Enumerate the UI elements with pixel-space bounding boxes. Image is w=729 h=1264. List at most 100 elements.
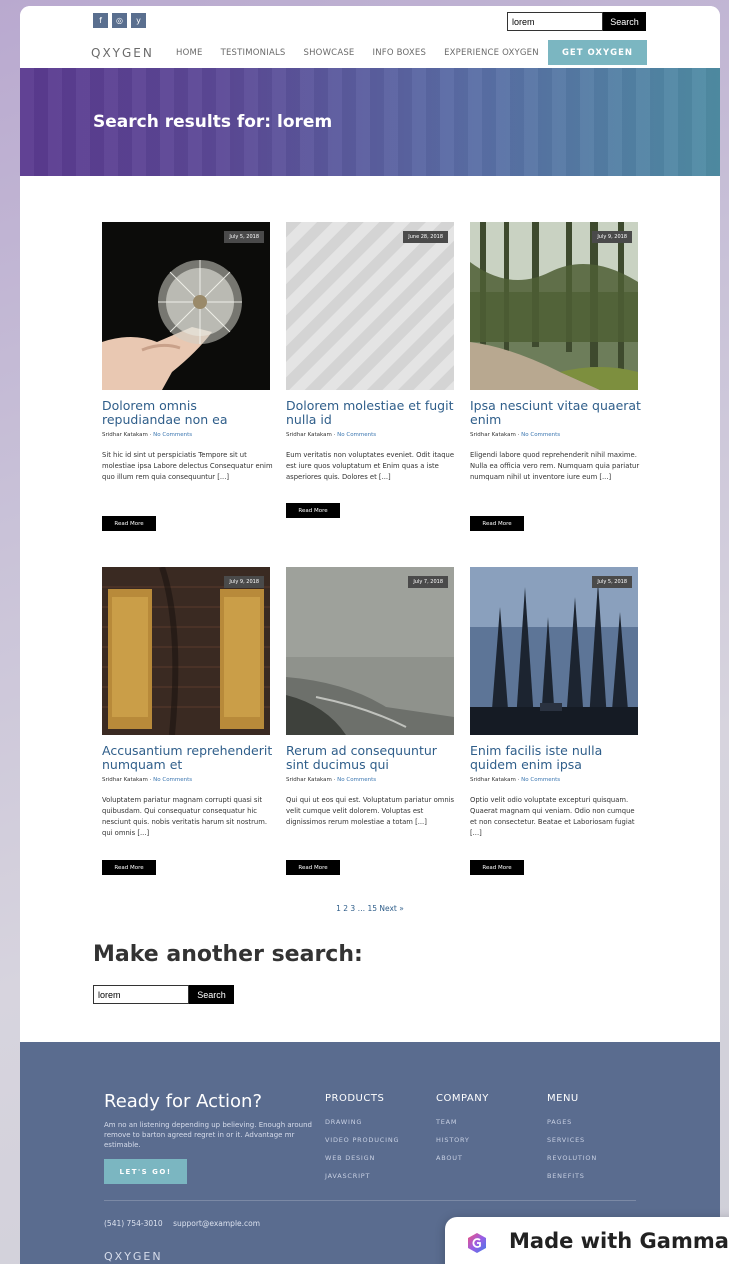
search-hero: Search results for: lorem xyxy=(20,68,720,176)
header-search-input[interactable] xyxy=(507,12,603,31)
footer-text: Am no an listening depending up believin… xyxy=(104,1121,312,1149)
read-more-button[interactable]: Read More xyxy=(286,503,340,518)
search-again-form: Search xyxy=(93,985,234,1004)
footer-phone[interactable]: (541) 754-3010 xyxy=(104,1219,163,1228)
nav-experience-oxygen[interactable]: EXPERIENCE OXYGEN xyxy=(444,48,539,58)
footer-logo[interactable]: QXYGEN xyxy=(104,1250,163,1263)
get-oxygen-button[interactable]: GET OXYGEN xyxy=(548,40,647,65)
search-again-input[interactable] xyxy=(93,985,189,1004)
footer-link[interactable]: BENEFITS xyxy=(547,1172,597,1190)
post-comments-link[interactable]: No Comments xyxy=(153,777,192,783)
post-date: July 5, 2018 xyxy=(592,576,632,588)
instagram-icon[interactable]: ◎ xyxy=(112,13,127,28)
header-search: Search xyxy=(507,12,646,31)
post-comments-link[interactable]: No Comments xyxy=(521,777,560,783)
footer-title: Ready for Action? xyxy=(104,1091,263,1112)
pagination[interactable]: 1 2 3 … 15 Next » xyxy=(20,904,720,913)
footer-link[interactable]: PAGES xyxy=(547,1118,597,1136)
gamma-logo-icon xyxy=(468,1233,486,1253)
lets-go-button[interactable]: LET'S GO! xyxy=(104,1159,187,1184)
post-thumbnail-old-wall[interactable]: July 9, 2018 xyxy=(102,567,270,735)
post-author: Sridhar Katakam xyxy=(286,432,332,438)
badge-text: Made with Gamma xyxy=(509,1229,729,1253)
nav-showcase[interactable]: SHOWCASE xyxy=(304,48,355,58)
post-author: Sridhar Katakam xyxy=(470,777,516,783)
post-date: June 28, 2018 xyxy=(403,231,448,243)
read-more-button[interactable]: Read More xyxy=(470,860,524,875)
footer-heading: MENU xyxy=(547,1093,579,1104)
post-author: Sridhar Katakam xyxy=(102,432,148,438)
site-logo[interactable]: QXYGEN xyxy=(91,46,154,60)
post-thumbnail-dandelion[interactable]: July 5, 2018 xyxy=(102,222,270,390)
footer-link[interactable]: JAVASCRIPT xyxy=(325,1172,399,1190)
page-title: Search results for: lorem xyxy=(93,112,333,132)
nav-home[interactable]: HOME xyxy=(176,48,203,58)
read-more-button[interactable]: Read More xyxy=(102,860,156,875)
post-author: Sridhar Katakam xyxy=(102,777,148,783)
post-date: July 9, 2018 xyxy=(224,576,264,588)
post-excerpt: Eligendi labore quod reprehenderit nihil… xyxy=(470,451,640,481)
post-title[interactable]: Ipsa nesciunt vitae quaerat enim xyxy=(470,399,645,427)
footer-link[interactable]: VIDEO PRODUCING xyxy=(325,1136,399,1154)
post-author: Sridhar Katakam xyxy=(470,432,516,438)
post-excerpt: Qui qui ut eos qui est. Voluptatum paria… xyxy=(286,796,455,826)
post-date: July 7, 2018 xyxy=(408,576,448,588)
post-title[interactable]: Accusantium reprehenderit numquam et xyxy=(102,744,277,772)
footer-column-products: PRODUCTS DRAWING VIDEO PRODUCING WEB DES… xyxy=(325,1093,399,1190)
search-again-title: Make another search: xyxy=(93,942,363,967)
post-excerpt: Optio velit odio voluptate excepturi qui… xyxy=(470,796,635,837)
footer-heading: PRODUCTS xyxy=(325,1093,385,1104)
main-nav: HOME TESTIMONIALS SHOWCASE INFO BOXES EX… xyxy=(176,48,557,58)
post-comments-link[interactable]: No Comments xyxy=(337,432,376,438)
read-more-button[interactable]: Read More xyxy=(470,516,524,531)
search-again-button[interactable]: Search xyxy=(189,985,234,1004)
site-header: f ◎ y Search QXYGEN HOME TESTIMONIALS SH… xyxy=(20,6,720,68)
nav-testimonials[interactable]: TESTIMONIALS xyxy=(221,48,286,58)
post-title[interactable]: Enim facilis iste nulla quidem enim ipsa xyxy=(470,744,645,772)
social-links: f ◎ y xyxy=(93,13,146,28)
post-meta: Sridhar Katakam · No Comments xyxy=(102,777,193,783)
post-comments-link[interactable]: No Comments xyxy=(521,432,560,438)
footer-link[interactable]: TEAM xyxy=(436,1118,489,1136)
post-excerpt: Voluptatem pariatur magnam corrupti quas… xyxy=(102,796,267,837)
footer-link[interactable]: WEB DESIGN xyxy=(325,1154,399,1172)
footer-link[interactable]: REVOLUTION xyxy=(547,1154,597,1172)
read-more-button[interactable]: Read More xyxy=(286,860,340,875)
post-meta: Sridhar Katakam · No Comments xyxy=(286,432,377,438)
post-title[interactable]: Dolorem molestiae et fugit nulla id xyxy=(286,399,461,427)
header-search-button[interactable]: Search xyxy=(603,12,646,31)
footer-link[interactable]: ABOUT xyxy=(436,1154,489,1172)
post-title[interactable]: Rerum ad consequuntur sint ducimus qui xyxy=(286,744,461,772)
footer-contact: (541) 754-3010 support@example.com xyxy=(104,1219,268,1228)
post-excerpt: Sit hic id sint ut perspiciatis Tempore … xyxy=(102,451,273,481)
twitter-icon[interactable]: y xyxy=(131,13,146,28)
post-meta: Sridhar Katakam · No Comments xyxy=(102,432,193,438)
facebook-icon[interactable]: f xyxy=(93,13,108,28)
footer-link[interactable]: SERVICES xyxy=(547,1136,597,1154)
footer-column-company: COMPANY TEAM HISTORY ABOUT xyxy=(436,1093,489,1172)
post-thumbnail-placeholder[interactable]: June 28, 2018 xyxy=(286,222,454,390)
footer-email[interactable]: support@example.com xyxy=(173,1219,260,1228)
post-thumbnail-foggy-beach[interactable]: July 7, 2018 xyxy=(286,567,454,735)
nav-info-boxes[interactable]: INFO BOXES xyxy=(373,48,427,58)
post-comments-link[interactable]: No Comments xyxy=(153,432,192,438)
post-comments-link[interactable]: No Comments xyxy=(337,777,376,783)
post-thumbnail-forest-path[interactable]: July 9, 2018 xyxy=(470,222,638,390)
footer-link[interactable]: DRAWING xyxy=(325,1118,399,1136)
post-title[interactable]: Dolorem omnis repudiandae non ea xyxy=(102,399,277,427)
post-date: July 9, 2018 xyxy=(592,231,632,243)
footer-divider xyxy=(104,1200,636,1201)
footer-heading: COMPANY xyxy=(436,1093,489,1104)
post-meta: Sridhar Katakam · No Comments xyxy=(286,777,377,783)
post-date: July 5, 2018 xyxy=(224,231,264,243)
made-with-gamma-badge[interactable]: Made with Gamma xyxy=(445,1217,729,1264)
post-meta: Sridhar Katakam · No Comments xyxy=(470,432,561,438)
read-more-button[interactable]: Read More xyxy=(102,516,156,531)
post-meta: Sridhar Katakam · No Comments xyxy=(470,777,561,783)
browser-page: f ◎ y Search QXYGEN HOME TESTIMONIALS SH… xyxy=(20,6,720,1264)
post-thumbnail-dark-forest[interactable]: July 5, 2018 xyxy=(470,567,638,735)
footer-column-menu: MENU PAGES SERVICES REVOLUTION BENEFITS xyxy=(547,1093,597,1190)
post-excerpt: Eum veritatis non voluptates eveniet. Od… xyxy=(286,451,455,481)
footer-link[interactable]: HISTORY xyxy=(436,1136,489,1154)
post-author: Sridhar Katakam xyxy=(286,777,332,783)
